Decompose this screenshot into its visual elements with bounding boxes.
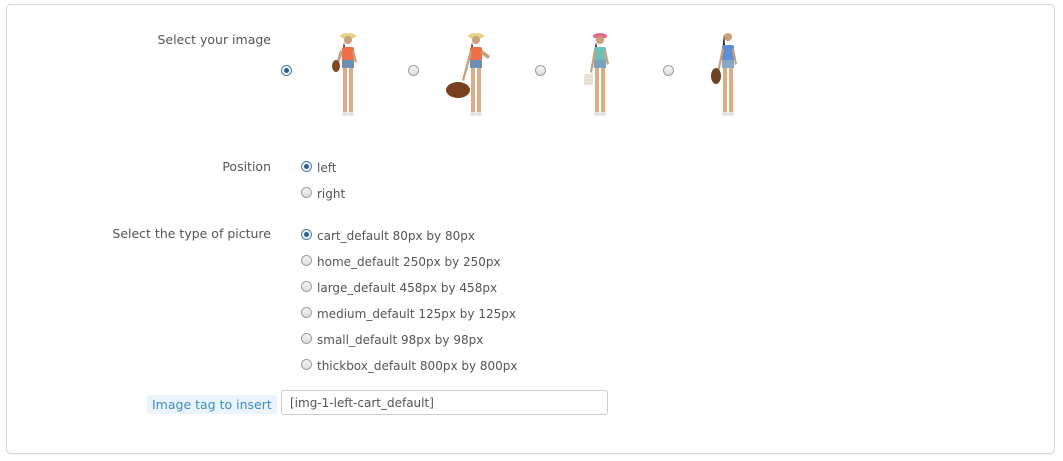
position-radio-right[interactable] xyxy=(301,187,312,198)
image-radio-4[interactable] xyxy=(663,65,674,76)
picture-type-radio-medium[interactable] xyxy=(301,307,312,318)
picture-type-option-large[interactable]: large_default 458px by 458px xyxy=(317,281,497,295)
position-radio-left[interactable] xyxy=(301,161,312,172)
picture-type-radio-thickbox[interactable] xyxy=(301,359,312,370)
picture-type-option-small[interactable]: small_default 98px by 98px xyxy=(317,333,483,347)
picture-type-option-thickbox[interactable]: thickbox_default 800px by 800px xyxy=(317,359,518,373)
picture-type-radio-home[interactable] xyxy=(301,255,312,266)
picture-type-radio-small[interactable] xyxy=(301,333,312,344)
position-option-right[interactable]: right xyxy=(317,187,345,201)
select-image-label: Select your image xyxy=(157,32,271,47)
picture-type-radio-large[interactable] xyxy=(301,281,312,292)
position-option-left[interactable]: left xyxy=(317,161,336,175)
image-tag-label: Image tag to insert xyxy=(147,395,277,414)
model-image-1[interactable] xyxy=(322,28,378,120)
picture-type-option-cart[interactable]: cart_default 80px by 80px xyxy=(317,229,475,243)
model-image-2[interactable] xyxy=(444,28,500,120)
position-label: Position xyxy=(222,159,271,174)
model-image-3[interactable] xyxy=(572,28,628,120)
image-radio-3[interactable] xyxy=(535,65,546,76)
image-tag-input[interactable] xyxy=(281,390,608,415)
model-image-4[interactable] xyxy=(700,28,756,120)
image-radio-2[interactable] xyxy=(408,65,419,76)
picture-type-label: Select the type of picture xyxy=(112,226,271,241)
picture-type-radio-cart[interactable] xyxy=(301,229,312,240)
picture-type-option-home[interactable]: home_default 250px by 250px xyxy=(317,255,501,269)
picture-type-option-medium[interactable]: medium_default 125px by 125px xyxy=(317,307,516,321)
image-radio-1[interactable] xyxy=(281,65,292,76)
